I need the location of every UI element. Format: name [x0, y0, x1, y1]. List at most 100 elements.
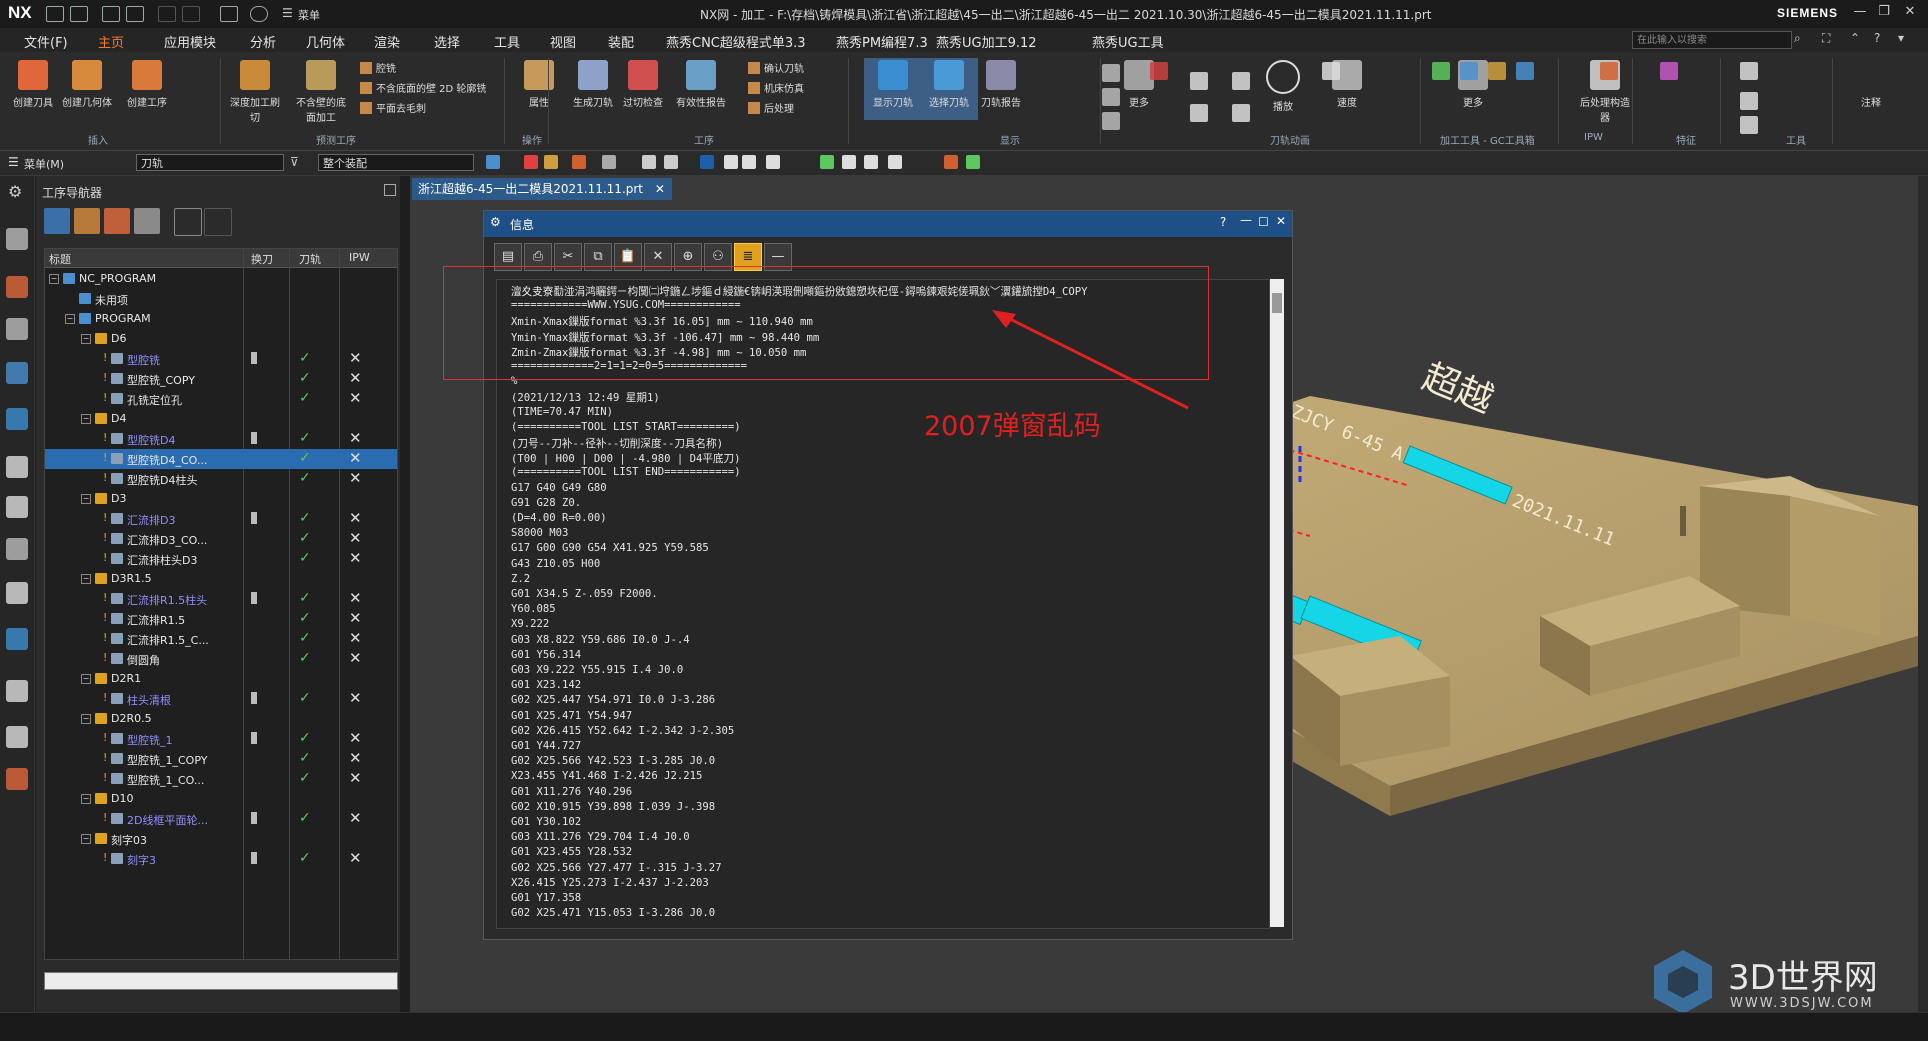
minimize-icon[interactable]: — — [1850, 4, 1870, 22]
tree-row[interactable]: − D2R1 — [45, 669, 397, 689]
ribbon-tool-icon[interactable] — [1190, 104, 1208, 122]
selection-tool-icon[interactable] — [724, 155, 738, 169]
selection-tool-icon[interactable] — [766, 155, 780, 169]
selection-scope-select[interactable]: 整个装配 — [318, 154, 474, 171]
program-order-view-icon[interactable] — [44, 208, 70, 234]
tree-row[interactable]: − PROGRAM — [45, 309, 397, 329]
tab-0[interactable]: 文件(F) — [18, 32, 74, 52]
resource-tab-icon-8[interactable] — [6, 582, 28, 604]
resource-tab-icon-12[interactable] — [6, 768, 28, 790]
selection-tool-icon[interactable] — [820, 155, 834, 169]
tree-row[interactable]: − D2R0.5 — [45, 709, 397, 729]
tab-6[interactable]: 选择 — [428, 32, 466, 52]
ribbon-options-icon[interactable]: ▾ — [1898, 31, 1904, 45]
dialog-minimize-icon[interactable]: — — [1240, 213, 1252, 227]
tree-row[interactable]: ! 倒圆角 ✓ ✕ — [45, 649, 397, 669]
dialog-close-icon[interactable]: ✕ — [1276, 214, 1286, 228]
selection-tool-icon[interactable] — [966, 155, 980, 169]
tab-1[interactable]: 主页 — [92, 32, 131, 54]
dialog-maximize-icon[interactable]: ☐ — [1258, 215, 1269, 229]
ribbon-button-4[interactable]: 不含壁的底面加工 — [292, 58, 350, 124]
machine-tool-view-icon[interactable] — [74, 208, 100, 234]
tab-13[interactable]: 燕秀UG工具 — [1086, 32, 1170, 52]
tree-row[interactable]: ! 汇流排柱头D3 ✓ ✕ — [45, 549, 397, 569]
ribbon-button-9[interactable]: 显示刀轨 — [864, 58, 922, 120]
ribbon-tool-icon[interactable] — [1322, 62, 1340, 80]
selection-tool-icon[interactable] — [602, 155, 616, 169]
tree-row[interactable]: ! 型腔铣_COPY ✓ ✕ — [45, 369, 397, 389]
search-icon[interactable]: ⌕ — [1794, 31, 1801, 46]
resource-tab-icon-7[interactable] — [6, 538, 28, 560]
tree-row[interactable]: ! 型腔铣D4_CO... ✓ ✕ — [45, 449, 397, 469]
selection-tool-icon[interactable] — [944, 155, 958, 169]
selection-tool-icon[interactable] — [486, 155, 500, 169]
selection-tool-icon[interactable] — [700, 155, 714, 169]
collapse-toggle-icon[interactable]: − — [81, 414, 91, 424]
tree-row[interactable]: ! 汇流排R1.5柱头 ✓ ✕ — [45, 589, 397, 609]
ribbon-tool-icon[interactable] — [1232, 72, 1250, 90]
filter-list-icon[interactable] — [204, 208, 232, 236]
ribbon-button-8[interactable]: 有效性报告 — [672, 58, 730, 118]
resource-tab-icon-11[interactable] — [6, 726, 28, 748]
navigator-details-bar[interactable] — [44, 972, 398, 990]
ribbon-tool-icon[interactable] — [1150, 62, 1168, 80]
selection-tool-icon[interactable] — [524, 155, 538, 169]
tab-5[interactable]: 渲染 — [368, 32, 406, 52]
resource-tab-icon-4[interactable] — [6, 408, 28, 430]
dialog-gear-icon[interactable]: ⚙ — [490, 215, 501, 229]
ribbon-tool-icon[interactable] — [1232, 104, 1250, 122]
selection-tool-icon[interactable] — [572, 155, 586, 169]
ribbon-tool-icon[interactable] — [1460, 62, 1478, 80]
ribbon-button-13[interactable]: 播放 — [1254, 58, 1312, 118]
selection-tool-icon[interactable] — [664, 155, 678, 169]
ribbon-button-10[interactable]: 选择刀轨 — [920, 58, 978, 120]
quick-menu-label[interactable]: 菜单 — [298, 7, 320, 23]
dialog-title-bar[interactable]: ⚙ 信息 ? — ☐ ✕ — [484, 211, 1292, 237]
collapse-toggle-icon[interactable]: − — [81, 674, 91, 684]
dialog-help-icon[interactable]: ? — [1220, 215, 1226, 229]
find-icon[interactable] — [174, 208, 202, 236]
tree-row[interactable]: − D6 — [45, 329, 397, 349]
tree-row[interactable]: − D3 — [45, 489, 397, 509]
tree-row[interactable]: ! 型腔铣_1_COPY ✓ ✕ — [45, 749, 397, 769]
collapse-toggle-icon[interactable]: − — [81, 834, 91, 844]
microphone-icon[interactable] — [250, 6, 268, 22]
close-icon[interactable]: ✕ — [1900, 4, 1920, 22]
redo-icon[interactable] — [182, 6, 200, 22]
tab-11[interactable]: 燕秀PM编程7.3 — [830, 32, 934, 52]
tree-row[interactable]: − NC_PROGRAM — [45, 269, 397, 289]
ribbon-button-0[interactable]: 创建刀具 — [4, 58, 62, 118]
collapse-toggle-icon[interactable]: − — [81, 794, 91, 804]
tree-row[interactable]: − D3R1.5 — [45, 569, 397, 589]
selection-tool-icon[interactable] — [842, 155, 856, 169]
tree-row[interactable]: ! 汇流排R1.5 ✓ ✕ — [45, 609, 397, 629]
ribbon-tool-icon[interactable] — [1516, 62, 1534, 80]
tree-row[interactable]: ! 汇流排R1.5_C... ✓ ✕ — [45, 629, 397, 649]
save-as-icon[interactable] — [126, 6, 144, 22]
ribbon-small-item-3[interactable]: 确认刀轨 — [748, 60, 804, 75]
ribbon-tool-icon[interactable] — [1488, 62, 1506, 80]
column-header-3[interactable]: IPW — [349, 251, 370, 264]
help-icon[interactable]: ? — [1874, 31, 1880, 45]
ribbon-button-1[interactable]: 创建几何体 — [58, 58, 116, 118]
tab-10[interactable]: 燕秀CNC超级程式单3.3 — [660, 32, 812, 52]
ribbon-tool-icon[interactable] — [1432, 62, 1450, 80]
ribbon-tool-icon[interactable] — [1102, 64, 1120, 82]
ribbon-button-17[interactable]: 注释 — [1842, 58, 1900, 118]
collapse-toggle-icon[interactable]: − — [49, 274, 59, 284]
tab-8[interactable]: 视图 — [544, 32, 582, 52]
ribbon-small-item-2[interactable]: 平面去毛刺 — [360, 100, 426, 115]
selection-tool-icon[interactable] — [864, 155, 878, 169]
ribbon-tool-icon[interactable] — [1740, 92, 1758, 110]
ribbon-tool-icon[interactable] — [1190, 72, 1208, 90]
selection-tool-icon[interactable] — [544, 155, 558, 169]
settings-gear-icon[interactable]: ⚙ — [8, 182, 22, 201]
right-scroll-strip[interactable] — [1918, 176, 1928, 1012]
tree-row[interactable]: ! 型腔铣_1_CO... ✓ ✕ — [45, 769, 397, 789]
menu-hamburger-icon[interactable]: ☰ — [282, 6, 293, 20]
maximize-panel-icon[interactable] — [384, 184, 396, 196]
ribbon-tool-icon[interactable] — [1660, 62, 1678, 80]
menu-button[interactable]: 菜单(M) — [24, 156, 64, 172]
tree-row[interactable]: ! 汇流排D3_CO... ✓ ✕ — [45, 529, 397, 549]
ribbon-button-3[interactable]: 深度加工刷切 — [226, 58, 284, 124]
